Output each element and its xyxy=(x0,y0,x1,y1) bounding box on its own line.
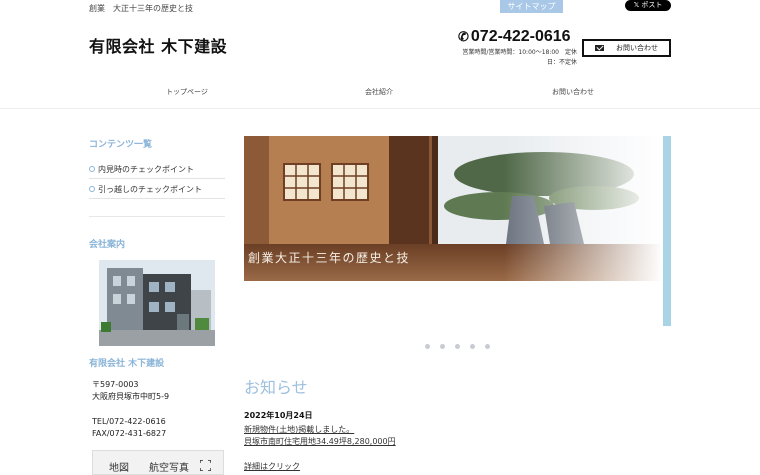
company-building-photo xyxy=(99,260,215,346)
contact-button-label: お問い合わせ xyxy=(616,44,658,52)
slider-pagination xyxy=(425,334,500,353)
sidebar-divider xyxy=(89,216,225,217)
nav-item-top[interactable]: トップページ xyxy=(127,87,247,97)
sidebar-item-label: 引っ越しのチェックポイント xyxy=(98,184,202,194)
news-link-detail[interactable]: 貝塚市南町住宅用地34.49坪8,280,000円 xyxy=(244,436,396,447)
company-logo-title[interactable]: 有限会社 木下建設 xyxy=(89,33,227,57)
sidebar-item-label: 内見時のチェックポイント xyxy=(98,164,194,174)
tel-number: TEL/072-422-0616 xyxy=(92,417,166,426)
nav-divider xyxy=(0,108,760,109)
envelope-icon xyxy=(595,45,604,51)
hours-line-1: 営業時間/営業時間：10:00～18:00 定休 xyxy=(462,49,577,56)
news-heading: お知らせ xyxy=(244,378,308,397)
slider-next-edge[interactable] xyxy=(663,136,671,326)
fax-number: FAX/072-431-6827 xyxy=(92,429,167,438)
business-hours: 営業時間/営業時間：10:00～18:00 定休 日：不定休 xyxy=(440,48,577,68)
news-more-link[interactable]: 詳細はクリック xyxy=(244,461,300,472)
slider-dot-2[interactable] xyxy=(440,344,445,349)
company-heading: 会社案内 xyxy=(89,240,126,250)
sidebar-item-moving-checkpoints[interactable]: 引っ越しのチェックポイント xyxy=(89,180,225,199)
x-post-button[interactable]: 𝕏 ポスト xyxy=(625,0,671,11)
slider-dot-5[interactable] xyxy=(485,344,490,349)
sitemap-button[interactable]: サイトマップ xyxy=(500,0,563,13)
slider-dot-4[interactable] xyxy=(470,344,475,349)
bullet-icon xyxy=(89,186,95,192)
nav-item-company[interactable]: 会社紹介 xyxy=(319,87,439,97)
map-tab-map[interactable]: 地図 xyxy=(109,459,129,474)
site-tagline: 創業 大正十三年の歴史と技 xyxy=(89,4,193,13)
hours-line-2: 日：不定休 xyxy=(546,59,577,66)
bullet-icon xyxy=(89,166,95,172)
slider-dot-1[interactable] xyxy=(425,344,430,349)
phone-number[interactable]: ✆ 072-422-0616 xyxy=(458,28,571,46)
phone-text: 072-422-0616 xyxy=(470,28,571,45)
nav-item-contact[interactable]: お問い合わせ xyxy=(513,87,633,97)
company-name-heading: 有限会社 木下建設 xyxy=(89,359,165,369)
map-tab-aerial[interactable]: 航空写真 xyxy=(149,459,189,474)
contact-button[interactable]: お問い合わせ xyxy=(582,39,671,57)
slider-dot-3[interactable] xyxy=(455,344,460,349)
sidebar-item-viewing-checkpoints[interactable]: 内見時のチェックポイント xyxy=(89,160,225,179)
postal-code: 〒597-0003 xyxy=(92,380,139,389)
fullscreen-icon[interactable] xyxy=(200,460,211,471)
hero-slide-caption: 創業大正十三年の歴史と技 xyxy=(248,251,411,265)
news-date: 2022年10月24日 xyxy=(244,411,313,420)
embedded-map[interactable]: 地図 航空写真 xyxy=(92,450,224,475)
street-address: 大阪府貝塚市中町5-9 xyxy=(92,392,170,401)
contents-heading: コンテンツ一覧 xyxy=(89,140,153,150)
news-link-title[interactable]: 新規物件(土地)掲載しました。 xyxy=(244,424,354,435)
phone-icon: ✆ xyxy=(458,29,469,44)
global-nav: トップページ 会社紹介 お問い合わせ xyxy=(89,87,671,103)
